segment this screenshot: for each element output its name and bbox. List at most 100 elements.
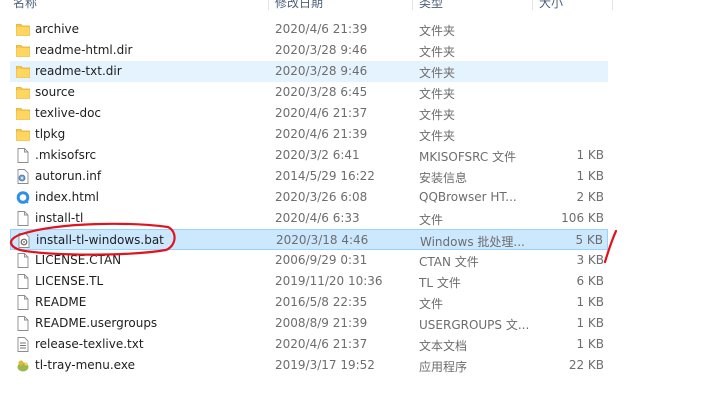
file-row[interactable]: archive 2020/4/6 21:39 文件夹 [10,19,608,40]
file-type: TL 文件 [419,276,461,290]
file-row[interactable]: source 2020/3/28 6:45 文件夹 [10,82,608,103]
column-divider[interactable] [532,0,533,10]
file-name: archive [35,22,80,36]
file-type: 文件 [419,297,444,311]
file-modified-date: 2020/3/28 6:45 [275,85,368,99]
file-icon [16,148,30,163]
file-row[interactable]: readme-txt.dir 2020/3/28 9:46 文件夹 [10,61,608,82]
file-name: readme-txt.dir [35,64,122,78]
file-icon [16,316,30,331]
file-row[interactable]: tl-tray-menu.exe 2019/3/17 19:52 应用程序 22 KB [10,355,608,376]
file-modified-date: 2020/3/2 6:41 [275,148,360,162]
file-size: 1 KB [576,295,604,309]
file-type: 文件夹 [419,87,456,101]
file-icon [16,274,30,289]
file-size: 6 KB [576,274,604,288]
column-header-type[interactable]: 类型 [419,0,443,11]
file-modified-date: 2016/5/8 22:35 [275,295,368,309]
file-type: 文件夹 [419,45,456,59]
file-row[interactable]: tlpkg 2020/4/6 21:39 文件夹 [10,124,608,145]
file-size: 106 KB [561,211,604,225]
file-row[interactable]: LICENSE.TL 2019/11/20 10:36 TL 文件 6 KB [10,271,608,292]
file-type: 文件夹 [419,129,456,143]
file-type: MKISOFSRC 文件 [419,150,517,164]
file-modified-date: 2020/4/6 21:37 [275,106,368,120]
file-modified-date: 2020/4/6 21:37 [275,337,368,351]
file-name: texlive-doc [35,106,102,120]
file-row[interactable]: index.html 2020/3/26 6:08 QQBrowser HT... 2… [10,187,608,208]
file-row[interactable]: README.usergroups 2008/8/9 21:39 USERGROUP… [10,313,608,334]
file-name: README [35,295,87,309]
file-type: 文本文档 [419,339,468,353]
column-header: 名称 修改日期 类型 大小 [0,0,709,10]
file-modified-date: 2020/3/18 4:46 [276,233,369,247]
batch-file-icon [17,233,31,248]
file-modified-date: 2008/8/9 21:39 [275,316,368,330]
file-name: install-tl-windows.bat [36,233,164,247]
file-icon [16,253,30,268]
file-name: tl-tray-menu.exe [35,358,135,372]
file-name: release-texlive.txt [35,337,144,351]
column-divider[interactable] [412,0,413,10]
file-modified-date: 2020/4/6 21:39 [275,22,368,36]
folder-icon [16,64,30,79]
file-type: 文件 [419,213,444,227]
file-type: Windows 批处理... [420,235,525,249]
file-modified-date: 2014/5/29 16:22 [275,169,375,183]
file-name: tlpkg [35,127,66,141]
file-name: source [35,85,75,99]
settings-file-icon [16,169,30,184]
file-name: LICENSE.CTAN [35,253,122,267]
file-size: 3 KB [576,253,604,267]
file-size: 1 KB [576,169,604,183]
file-type: USERGROUPS 文... [419,318,529,332]
file-size: 22 KB [568,358,604,372]
text-file-icon [16,337,30,352]
file-modified-date: 2020/3/28 9:46 [275,64,368,78]
folder-icon [16,127,30,142]
file-modified-date: 2019/11/20 10:36 [275,274,383,288]
file-row[interactable]: texlive-doc 2020/4/6 21:37 文件夹 [10,103,608,124]
file-size: 1 KB [576,316,604,330]
file-icon [16,295,30,310]
column-divider[interactable] [612,0,613,10]
file-size: 1 KB [576,148,604,162]
file-icon [16,211,30,226]
file-row[interactable]: install-tl 2020/4/6 6:33 文件 106 KB [10,208,608,229]
file-type: 文件夹 [419,108,456,122]
column-header-date[interactable]: 修改日期 [275,0,323,11]
file-row[interactable]: readme-html.dir 2020/3/28 9:46 文件夹 [10,40,608,61]
file-name: readme-html.dir [35,43,133,57]
file-name: README.usergroups [35,316,158,330]
file-type: 应用程序 [419,360,468,374]
file-name: index.html [35,190,99,204]
column-header-name[interactable]: 名称 [13,0,37,11]
exe-icon [16,358,30,373]
file-type: 安装信息 [419,171,468,185]
file-name: LICENSE.TL [35,274,104,288]
file-modified-date: 2020/4/6 6:33 [275,211,360,225]
file-name: .mkisofsrc [35,148,97,162]
column-header-size[interactable]: 大小 [539,0,563,11]
file-name: autorun.inf [35,169,102,183]
file-row[interactable]: release-texlive.txt 2020/4/6 21:37 文本文档 1 K… [10,334,608,355]
file-row[interactable]: autorun.inf 2014/5/29 16:22 安装信息 1 KB [10,166,608,187]
file-size: 5 KB [575,233,603,247]
file-row[interactable]: .mkisofsrc 2020/3/2 6:41 MKISOFSRC 文件 1 KB [10,145,608,166]
folder-icon [16,85,30,100]
browser-icon [16,190,30,205]
file-type: 文件夹 [419,24,456,38]
file-modified-date: 2020/3/28 9:46 [275,43,368,57]
file-modified-date: 2020/3/26 6:08 [275,190,368,204]
file-modified-date: 2006/9/29 0:31 [275,253,368,267]
file-row[interactable]: LICENSE.CTAN 2006/9/29 0:31 CTAN 文件 3 KB [10,250,608,271]
file-row[interactable]: README 2016/5/8 22:35 文件 1 KB [10,292,608,313]
column-divider[interactable] [268,0,269,10]
file-name: install-tl [35,211,84,225]
folder-icon [16,106,30,121]
file-row[interactable]: install-tl-windows.bat 2020/3/18 4:46 Wind… [10,229,608,250]
file-modified-date: 2019/3/17 19:52 [275,358,375,372]
file-size: 1 KB [576,337,604,351]
file-modified-date: 2020/4/6 21:39 [275,127,368,141]
file-size: 2 KB [576,190,604,204]
